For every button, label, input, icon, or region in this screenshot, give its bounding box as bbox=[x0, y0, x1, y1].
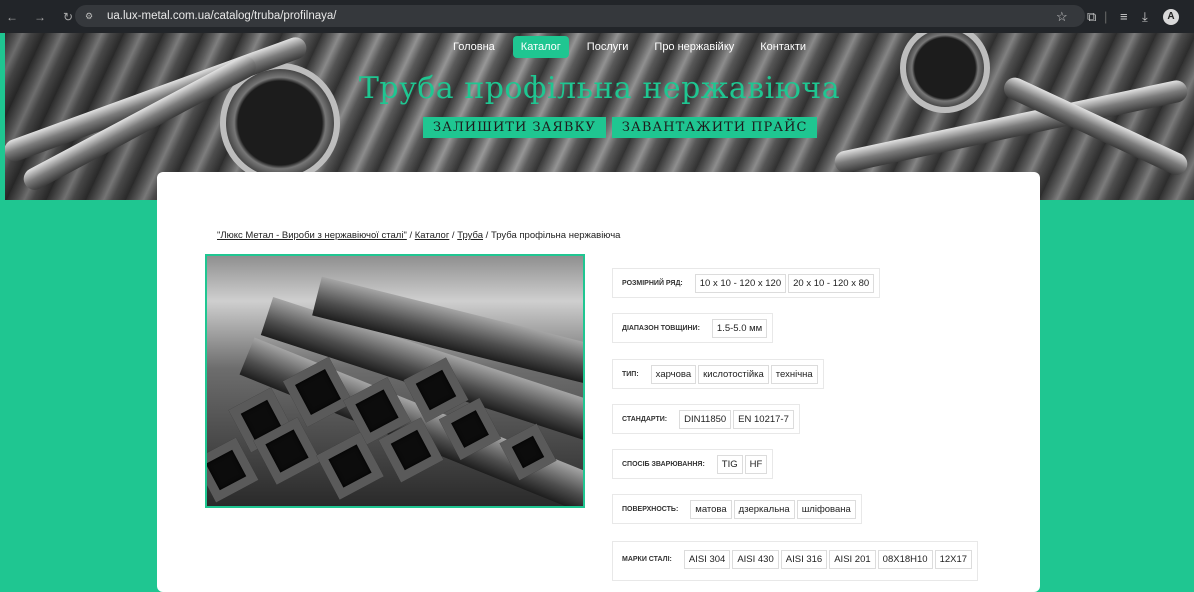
site-settings-icon[interactable]: ⚙ bbox=[85, 11, 99, 22]
spec-row-welding: спосіб зварювання: TIG HF bbox=[612, 449, 774, 479]
extensions-icon[interactable]: ⧉ bbox=[1087, 0, 1096, 33]
breadcrumb: "Люкс Метал - Вироби з нержавіючої сталі… bbox=[217, 230, 621, 241]
leave-request-button[interactable]: ЗАЛИШИТИ ЗАЯВКУ bbox=[423, 117, 606, 138]
spec-row-sizes: розмірний ряд: 10 x 10 - 120 x 120 20 x … bbox=[612, 268, 881, 298]
spec-row-type: тип: харчова кислотостійка технічна bbox=[612, 359, 824, 389]
product-image bbox=[205, 254, 585, 508]
bookmark-star-icon[interactable]: ☆ bbox=[1056, 0, 1068, 33]
nav-catalog[interactable]: Каталог bbox=[512, 36, 569, 58]
profile-avatar[interactable]: A bbox=[1163, 8, 1179, 25]
breadcrumb-catalog[interactable]: Каталог bbox=[415, 230, 450, 241]
reading-list-icon[interactable]: ≡ bbox=[1120, 0, 1128, 33]
nav-home[interactable]: Головна bbox=[445, 36, 503, 58]
download-price-button[interactable]: ЗАВАНТАЖИТИ ПРАЙС bbox=[611, 117, 818, 138]
url-text: ua.lux-metal.com.ua/catalog/truba/profil… bbox=[107, 10, 337, 22]
spec-row-surface: поверхность: матова дзеркальна шліфована bbox=[612, 494, 862, 524]
back-icon[interactable]: ← bbox=[2, 10, 22, 24]
breadcrumb-current: Труба профільна нержавіюча bbox=[490, 230, 621, 241]
spec-row-grades: марки сталі: AISI 304 AISI 430 AISI 316 … bbox=[612, 541, 979, 581]
breadcrumb-pipe[interactable]: Труба bbox=[457, 230, 483, 241]
address-bar[interactable]: ⚙ ua.lux-metal.com.ua/catalog/truba/prof… bbox=[75, 5, 1085, 27]
main-nav: Головна Каталог Послуги Про нержавійку К… bbox=[445, 36, 814, 58]
breadcrumb-home[interactable]: "Люкс Метал - Вироби з нержавіючої сталі… bbox=[217, 230, 407, 241]
download-icon[interactable]: ⤓ bbox=[1142, 0, 1148, 33]
toolbar-divider: | bbox=[1104, 9, 1108, 24]
nav-contacts[interactable]: Контакти bbox=[752, 36, 814, 58]
nav-services[interactable]: Послуги bbox=[579, 36, 637, 58]
pipe-end bbox=[316, 432, 384, 500]
spec-row-standards: стандарти: DIN11850 EN 10217-7 bbox=[612, 404, 800, 434]
forward-icon[interactable]: → bbox=[30, 10, 50, 24]
browser-toolbar: ← → ↻ ⚙ ua.lux-metal.com.ua/catalog/trub… bbox=[0, 0, 1194, 33]
page-title: Труба профільна нержавіюча bbox=[358, 71, 841, 106]
nav-about-steel[interactable]: Про нержавійку bbox=[646, 36, 742, 58]
spec-row-thickness: діапазон товщини: 1.5-5.0 мм bbox=[612, 313, 774, 343]
content-card: "Люкс Метал - Вироби з нержавіючої сталі… bbox=[157, 172, 1040, 592]
